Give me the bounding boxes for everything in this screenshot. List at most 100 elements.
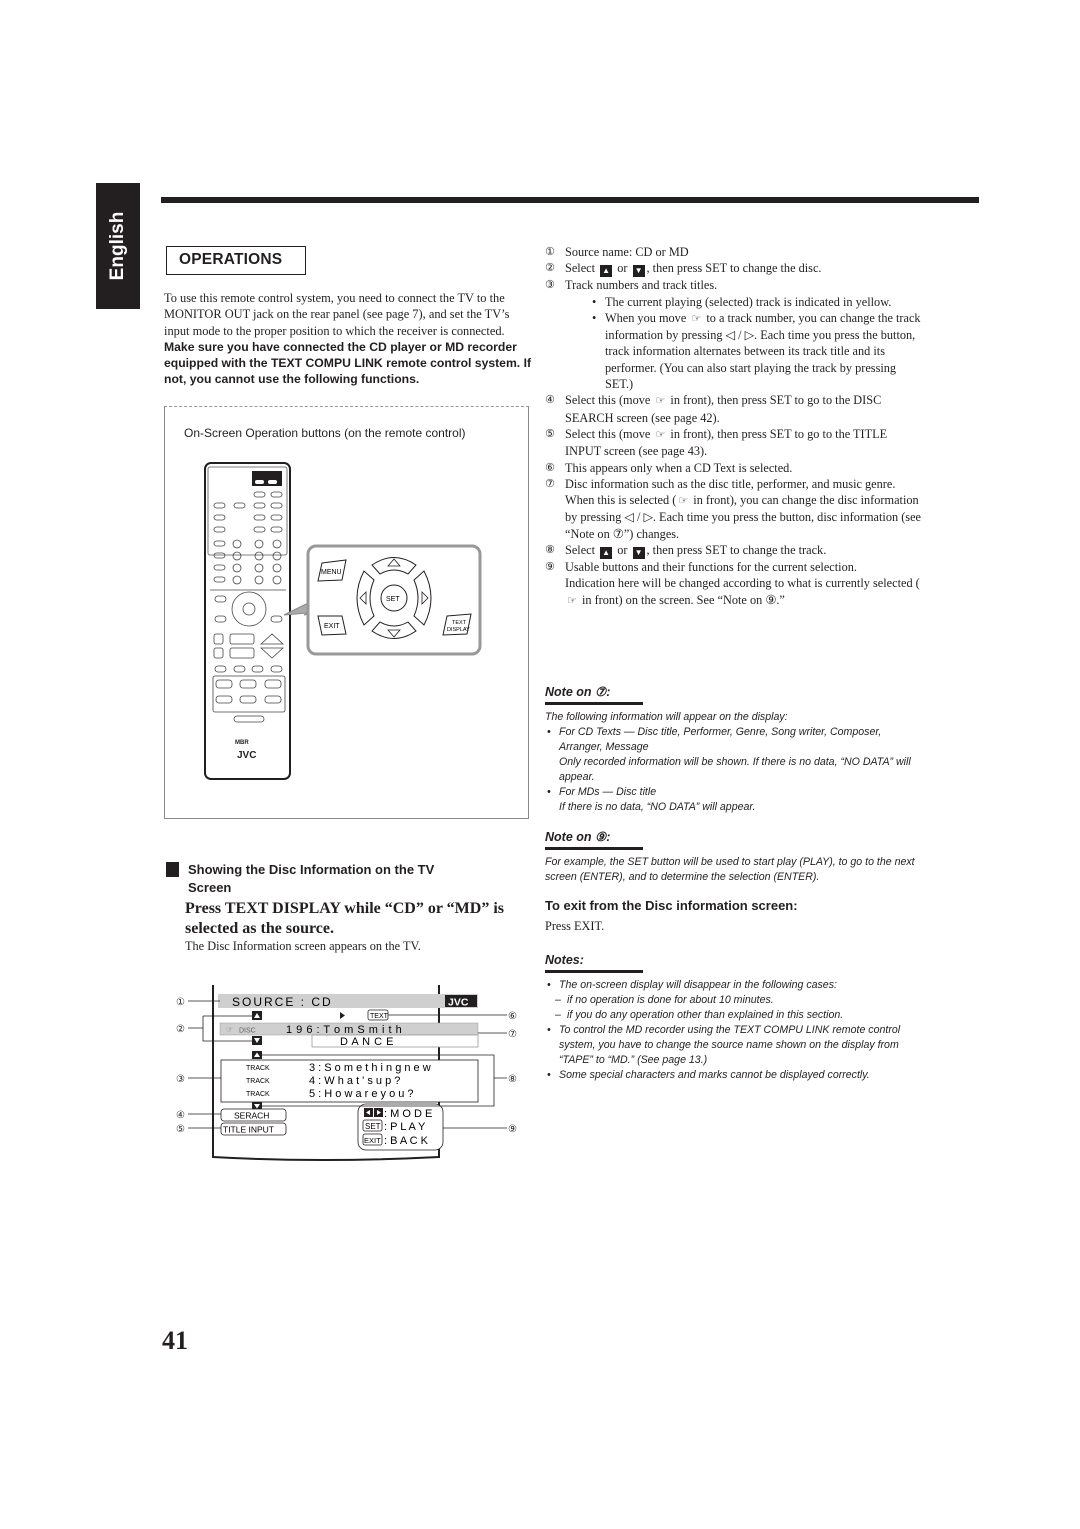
- callout-6: ⑥: [508, 1011, 517, 1022]
- function-mode: : M O D E: [384, 1108, 432, 1120]
- remote-logo: MBR: [235, 740, 249, 746]
- up-button-icon: ▲: [600, 547, 613, 560]
- notes: Notes: The on-screen display will disapp…: [545, 952, 925, 1083]
- note-7: Note on ⑦: The following information wil…: [545, 684, 925, 815]
- page-number: 41: [162, 1326, 188, 1355]
- note-9-text: For example, the SET button will be used…: [545, 856, 915, 884]
- title-input-label: TITLE INPUT: [223, 1125, 274, 1135]
- callout-3: ③: [176, 1074, 185, 1085]
- cursor-hand-icon: ☞: [655, 394, 666, 408]
- exit-key-label: EXIT: [364, 1136, 381, 1145]
- legend-list: ① Source name: CD or MD ② Select ▲ or ▼, t…: [545, 244, 925, 609]
- function-back: : B A C K: [384, 1135, 429, 1147]
- exit-label: EXIT: [324, 623, 340, 630]
- track-label: TRACK: [246, 1078, 270, 1085]
- callout-1: ①: [176, 997, 185, 1008]
- track-title: 5 : H o w a r e y o u ?: [309, 1088, 414, 1100]
- note-7-bullet: For CD Texts — Disc title, Performer, Ge…: [545, 725, 925, 755]
- tv-screen-diagram: SOURCE : CD JVC TEXT ☞ DISC 1 9 6 : T o …: [176, 985, 517, 1161]
- set-button: SET: [380, 584, 408, 612]
- notes-bullet: Some special characters and marks cannot…: [545, 1068, 925, 1083]
- legend-item-7: ⑦ Disc information such as the disc title…: [545, 476, 896, 491]
- legend-item-7-detail: When this is selected (☞ in front), you …: [565, 493, 921, 541]
- section-title: OPERATIONS: [179, 251, 283, 268]
- notes-bullet: The on-screen display will disappear in …: [545, 978, 925, 993]
- jvc-logo: JVC: [448, 997, 469, 1009]
- exit-title: To exit from the Disc information screen…: [545, 898, 798, 913]
- notes-dash: if no operation is done for about 10 min…: [545, 993, 925, 1008]
- exit-section: To exit from the Disc information screen…: [545, 898, 925, 935]
- notes-bullet: To control the MD recorder using the TEX…: [545, 1023, 925, 1068]
- note-7-bullet-detail: If there is no data, “NO DATA” will appe…: [559, 801, 756, 814]
- track-label: TRACK: [246, 1091, 270, 1098]
- intro-paragraph: To use this remote control system, you n…: [164, 290, 536, 388]
- cursor-hand-icon: ☞: [678, 494, 689, 508]
- text-display-label-1: TEXT: [452, 620, 467, 626]
- figure-caption: On-Screen Operation buttons (on the remo…: [184, 426, 466, 440]
- menu-button: MENU: [317, 559, 347, 582]
- note-7-intro: The following information will appear on…: [545, 711, 788, 724]
- cursor-hand-icon: ☞: [655, 427, 666, 441]
- down-button-icon: ▼: [632, 547, 645, 560]
- heading-marker-icon: [166, 862, 179, 877]
- notes-dash: if you do any operation other than expla…: [545, 1008, 925, 1023]
- legend-item-9: ⑨ Usable buttons and their functions for …: [545, 560, 857, 575]
- note-7-bullet: For MDs — Disc title: [545, 785, 925, 800]
- intro-text: To use this remote control system, you n…: [164, 291, 510, 338]
- down-button-icon: ▼: [632, 265, 645, 278]
- callout-2: ②: [176, 1024, 185, 1035]
- disc-info-box: [311, 1034, 479, 1048]
- cursor-hand-icon: ☞: [226, 1025, 233, 1034]
- legend-item-6: ⑥ This appears only when a CD Text is sel…: [545, 460, 793, 475]
- track-title: 4 : W h a t ' s u p ?: [309, 1075, 400, 1087]
- note-7-bullet-detail: Only recorded information will be shown.…: [559, 756, 911, 784]
- text-display-button: TEXT DISPLAY: [442, 613, 472, 636]
- set-key-label: SET: [365, 1122, 381, 1131]
- text-badge-label: TEXT: [370, 1013, 389, 1020]
- instruction-result: The Disc Information screen appears on t…: [185, 939, 421, 953]
- source-label: SOURCE : CD: [232, 995, 333, 1009]
- track-title: 3 : S o m e t h i n g n e w: [309, 1062, 431, 1074]
- legend-item-2: ② Select ▲ or ▼, then press SET to change…: [545, 261, 822, 278]
- disc-label: DISC: [239, 1028, 256, 1035]
- section-title-box: OPERATIONS: [166, 246, 306, 275]
- language-label: English: [107, 211, 128, 281]
- remote-illustration: MBR JVC MENU EXIT SET TEXT DISPLAY: [204, 462, 482, 780]
- menu-label: MENU: [321, 569, 342, 576]
- instruction-step: Press TEXT DISPLAY while “CD” or “MD” is…: [185, 900, 504, 937]
- note-7-title: Note on ⑦:: [545, 684, 643, 706]
- remote-brand: JVC: [237, 750, 256, 761]
- search-label: SERACH: [234, 1111, 269, 1121]
- callout-8: ⑧: [508, 1074, 517, 1085]
- legend-item-3: ③ Track numbers and track titles.: [545, 278, 718, 293]
- language-tab: English: [96, 183, 140, 309]
- intro-warning: Make sure you have connected the CD play…: [164, 339, 532, 387]
- set-label: SET: [386, 596, 400, 603]
- note-9-title: Note on ⑨:: [545, 829, 643, 851]
- cursor-hand-icon: ☞: [691, 311, 702, 325]
- legend-item-1: ① Source name: CD or MD: [545, 245, 689, 259]
- legend-item-8: ⑧ Select ▲ or ▼, then press SET to change…: [545, 543, 827, 560]
- callout-7: ⑦: [508, 1029, 517, 1040]
- callout-9: ⑨: [508, 1124, 517, 1135]
- legend-item-9-detail: Indication here will be changed accordin…: [545, 575, 925, 609]
- header-rule: [161, 197, 979, 203]
- cursor-hand-icon: ☞: [567, 593, 577, 607]
- callout-5: ⑤: [176, 1124, 185, 1135]
- subsection-title-line1: Showing the Disc Information on the TV: [188, 862, 435, 877]
- play-indicator-icon: [340, 1012, 345, 1019]
- remote-control: MBR JVC: [204, 462, 291, 780]
- legend-bullet: When you move ☞ to a track number, you c…: [545, 310, 925, 392]
- disc-info-line2: D A N C E: [340, 1036, 394, 1048]
- legend-item-5: ⑤ Select this (move ☞ in front), then pre…: [545, 426, 888, 459]
- enlarged-button-panel: MENU EXIT SET TEXT DISPLAY: [306, 544, 482, 656]
- subsection-title-line2: Screen: [188, 880, 232, 895]
- up-button-icon: ▲: [600, 265, 613, 278]
- track-label: TRACK: [246, 1065, 270, 1072]
- legend-bullet: The current playing (selected) track is …: [545, 294, 925, 311]
- text-display-label-2: DISPLAY: [447, 627, 470, 633]
- notes-title: Notes:: [545, 952, 643, 974]
- disc-info-line1: 1 9 6 : T o m S m i t h: [286, 1024, 402, 1036]
- exit-text: Press EXIT.: [545, 919, 605, 934]
- note-9: Note on ⑨: For example, the SET button w…: [545, 829, 925, 885]
